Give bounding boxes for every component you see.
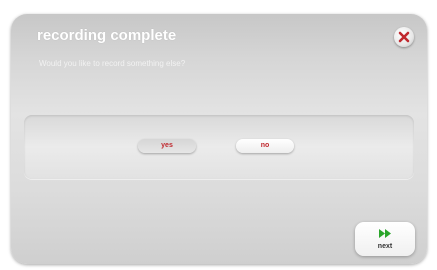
close-icon bbox=[398, 31, 410, 43]
choice-panel bbox=[24, 115, 414, 179]
next-button[interactable]: next bbox=[355, 222, 415, 256]
dialog-title: recording complete bbox=[37, 27, 177, 44]
no-button[interactable]: no bbox=[236, 139, 294, 153]
fast-forward-icon bbox=[379, 229, 391, 238]
dialog-question: Would you like to record something else? bbox=[39, 59, 186, 68]
yes-button[interactable]: yes bbox=[138, 139, 196, 153]
next-label: next bbox=[377, 243, 393, 250]
recording-complete-dialog: recording complete Would you like to rec… bbox=[11, 14, 427, 264]
close-button[interactable] bbox=[394, 27, 414, 47]
